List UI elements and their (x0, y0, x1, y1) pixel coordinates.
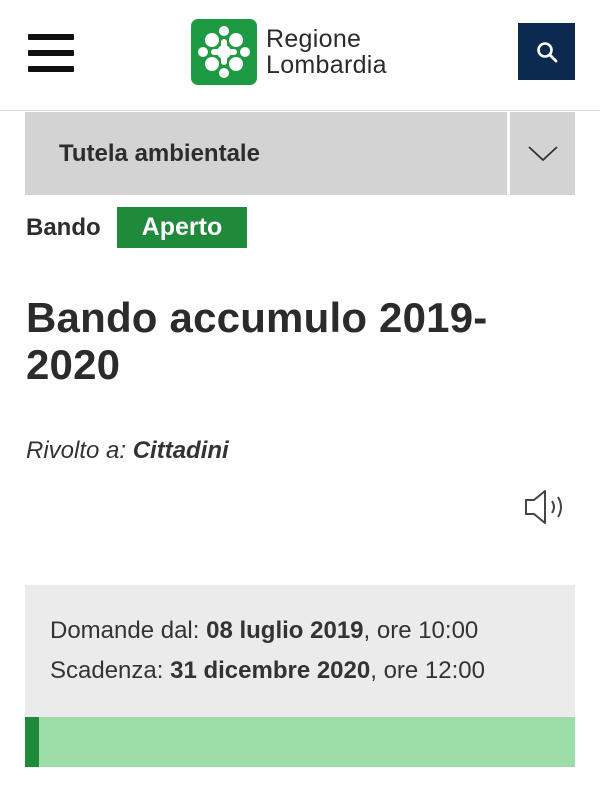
page-title: Bando accumulo 2019-2020 (26, 294, 488, 388)
rosa-camuna-icon (191, 19, 257, 85)
site-header: Regione Lombardia (0, 0, 600, 111)
listen-button[interactable] (522, 487, 570, 527)
status-row: Bando Aperto (26, 207, 248, 248)
logo-text: Regione Lombardia (266, 26, 387, 78)
menu-bar (28, 34, 74, 40)
category-dropdown[interactable]: Tutela ambientale (25, 112, 575, 195)
deadline-line: Scadenza: 31 dicembre 2020, ore 12:00 (50, 657, 485, 685)
dates-box: Domande dal: 08 luglio 2019, ore 10:00 S… (25, 585, 575, 717)
category-toggle[interactable] (510, 112, 575, 195)
deadline-time: , ore 12:00 (370, 657, 485, 684)
status-bar-accent (25, 717, 39, 767)
deadline-value: 31 dicembre 2020 (170, 657, 371, 684)
open-date-line: Domande dal: 08 luglio 2019, ore 10:00 (50, 617, 478, 645)
audience-prefix: Rivolto a: (26, 437, 127, 464)
status-bar (25, 717, 575, 767)
deadline-label: Scadenza: (50, 657, 164, 684)
status-label: Bando (26, 213, 101, 241)
audience-value: Cittadini (132, 437, 229, 464)
logo-line-1: Regione (266, 25, 362, 53)
audience-line: Rivolto a: Cittadini (26, 437, 229, 465)
category-label: Tutela ambientale (59, 140, 260, 167)
open-date-label: Domande dal: (50, 617, 200, 644)
logo-line-2: Lombardia (266, 51, 387, 79)
hamburger-menu-icon[interactable] (28, 34, 74, 74)
open-date-value: 08 luglio 2019 (206, 617, 364, 644)
menu-bar (28, 66, 74, 72)
search-button[interactable] (518, 23, 575, 80)
search-icon (536, 41, 557, 62)
menu-bar (28, 50, 74, 56)
speaker-icon (525, 490, 562, 524)
regione-lombardia-logo[interactable]: Regione Lombardia (191, 18, 387, 86)
status-badge: Aperto (116, 207, 248, 248)
open-date-time: , ore 10:00 (363, 617, 479, 644)
chevron-down-icon (527, 145, 558, 161)
